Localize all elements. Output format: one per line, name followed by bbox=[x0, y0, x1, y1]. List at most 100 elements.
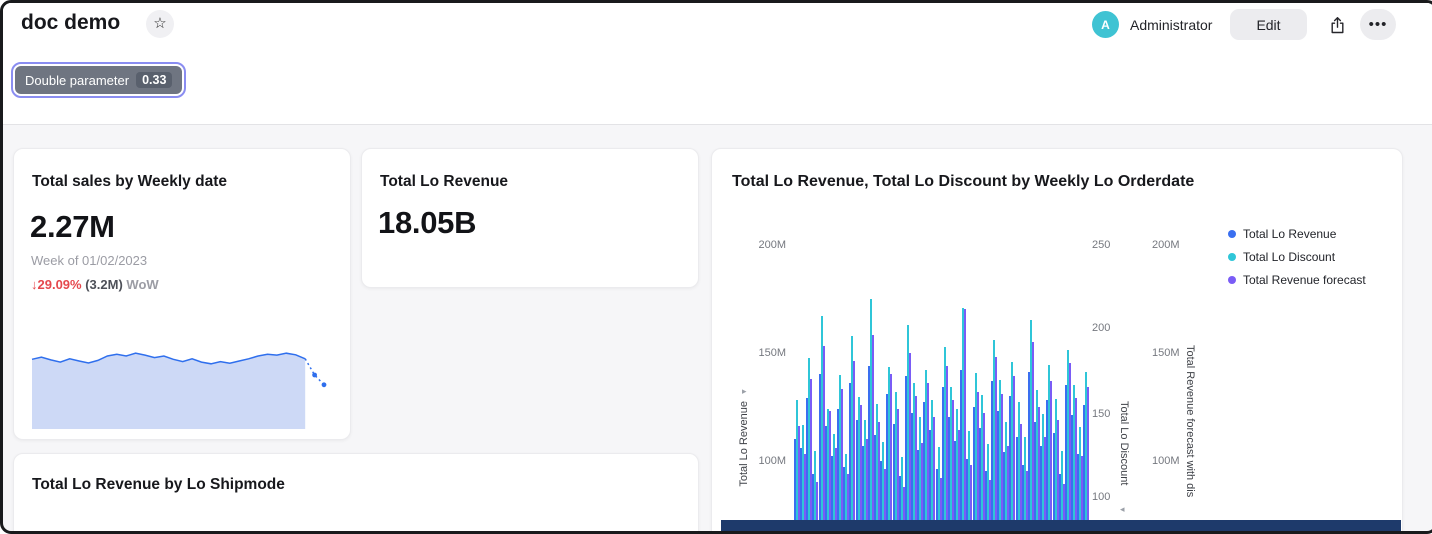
legend-item[interactable]: Total Revenue forecast bbox=[1228, 273, 1366, 287]
bar-group bbox=[923, 370, 929, 534]
axis-tick: 150 bbox=[1092, 408, 1110, 421]
bar-group bbox=[849, 336, 855, 534]
bar-group bbox=[1028, 320, 1034, 534]
axis-tick: 200 bbox=[1092, 322, 1110, 335]
favorite-button[interactable]: ☆ bbox=[146, 10, 174, 38]
axis-tick: 150M bbox=[1152, 347, 1180, 360]
combo-plot[interactable] bbox=[794, 231, 1090, 534]
bar-group bbox=[911, 383, 917, 534]
combo-chart-card: Total Lo Revenue, Total Lo Discount by W… bbox=[711, 148, 1403, 534]
kpi-subtitle: Week of 01/02/2023 bbox=[31, 253, 147, 268]
axis-tick: 200M bbox=[752, 239, 786, 252]
bar[interactable] bbox=[1087, 387, 1089, 534]
axis-pan-left-icon[interactable]: ◂ bbox=[1120, 505, 1125, 514]
axis-tick: 100M bbox=[1152, 455, 1180, 468]
bar-group bbox=[874, 404, 880, 534]
bar-group bbox=[948, 387, 954, 534]
legend-dot bbox=[1228, 230, 1236, 238]
bar-group bbox=[997, 380, 1003, 534]
bar-group bbox=[825, 409, 831, 534]
bar-group bbox=[960, 308, 966, 534]
bar-group bbox=[1003, 422, 1009, 534]
avatar-initial: A bbox=[1101, 18, 1110, 32]
card-title: Total Lo Revenue bbox=[380, 173, 508, 191]
bar-group bbox=[806, 358, 812, 534]
sparkline-point bbox=[322, 382, 327, 387]
header: doc demo ☆ A Administrator Edit ••• Doub… bbox=[3, 3, 1432, 125]
kpi-sales-card: Total sales by Weekly date 2.27M Week of… bbox=[13, 148, 351, 440]
sales-sparkline[interactable] bbox=[32, 347, 324, 429]
bar-group bbox=[1065, 350, 1071, 534]
bar-group bbox=[1009, 362, 1015, 534]
bar-group bbox=[886, 367, 892, 534]
bar-group bbox=[862, 420, 868, 534]
kpi-value: 18.05B bbox=[378, 205, 476, 241]
parameter-label: Double parameter bbox=[25, 73, 129, 88]
bar-group bbox=[831, 434, 837, 534]
axis-tick: 100 bbox=[1092, 491, 1110, 504]
star-icon: ☆ bbox=[153, 15, 166, 32]
clipped-chart-bar bbox=[721, 520, 1401, 532]
legend-dot bbox=[1228, 276, 1236, 284]
legend-item[interactable]: Total Lo Revenue bbox=[1228, 227, 1366, 241]
bar-group bbox=[837, 375, 843, 534]
bar-group bbox=[1046, 365, 1052, 534]
legend-item[interactable]: Total Lo Discount bbox=[1228, 250, 1366, 264]
share-icon bbox=[1329, 16, 1346, 35]
delta-amount: (3.2M) bbox=[85, 277, 123, 292]
bar-group bbox=[973, 373, 979, 534]
axis-tick: 200M bbox=[1152, 239, 1180, 252]
kpi-revenue-card: Total Lo Revenue 18.05B bbox=[361, 148, 699, 288]
bar-group bbox=[917, 417, 923, 534]
bar-group bbox=[893, 392, 899, 534]
kpi-delta: ↓29.09% (3.2M) WoW bbox=[31, 277, 159, 292]
legend-label: Total Lo Revenue bbox=[1243, 227, 1336, 241]
legend-label: Total Lo Discount bbox=[1243, 250, 1335, 264]
axis-tick: 150M bbox=[752, 347, 786, 360]
user-name: Administrator bbox=[1130, 17, 1212, 33]
bar-group bbox=[1016, 402, 1022, 534]
legend-dot bbox=[1228, 253, 1236, 261]
bar-group bbox=[1071, 385, 1077, 534]
share-button[interactable] bbox=[1321, 10, 1353, 40]
bar-group bbox=[868, 299, 874, 534]
bar-group bbox=[794, 400, 800, 534]
bar-group bbox=[942, 347, 948, 534]
kpi-value: 2.27M bbox=[30, 209, 115, 245]
sparkline-area bbox=[32, 353, 305, 429]
bar-group bbox=[1053, 399, 1059, 534]
bar-group bbox=[1083, 372, 1089, 534]
left-axis-title: Total Lo Revenue bbox=[738, 401, 750, 487]
doc-title: doc demo bbox=[21, 11, 120, 35]
bar-group bbox=[856, 397, 862, 534]
avatar[interactable]: A bbox=[1092, 11, 1119, 38]
parameter-pill: Double parameter 0.33 bbox=[15, 66, 182, 94]
bar-group bbox=[819, 316, 825, 534]
bar-group bbox=[966, 431, 972, 534]
bar-group bbox=[979, 395, 985, 534]
more-button[interactable]: ••• bbox=[1360, 9, 1396, 40]
bar-group bbox=[905, 325, 911, 534]
ellipsis-icon: ••• bbox=[1369, 16, 1388, 33]
bar-group bbox=[1077, 427, 1083, 534]
bar-group bbox=[929, 400, 935, 534]
app-window: doc demo ☆ A Administrator Edit ••• Doub… bbox=[0, 0, 1432, 534]
sparkline-point bbox=[312, 373, 317, 378]
combo-legend: Total Lo Revenue Total Lo Discount Total… bbox=[1228, 227, 1366, 296]
delta-period: WoW bbox=[126, 277, 158, 292]
sparkline-dotted-tail bbox=[305, 359, 324, 385]
shipmode-card: Total Lo Revenue by Lo Shipmode bbox=[13, 453, 699, 534]
card-title: Total Lo Revenue, Total Lo Discount by W… bbox=[732, 173, 1194, 191]
bar-group bbox=[1034, 390, 1040, 534]
axis-tick: 250 bbox=[1092, 239, 1110, 252]
axis-pan-right-icon[interactable]: ▸ bbox=[742, 387, 747, 396]
axis-tick: 100M bbox=[752, 455, 786, 468]
bar-group bbox=[991, 340, 997, 534]
middle-axis-title: Total Lo Discount bbox=[1118, 401, 1130, 485]
delta-percent: 29.09% bbox=[38, 277, 82, 292]
edit-button[interactable]: Edit bbox=[1230, 9, 1307, 40]
card-title: Total Lo Revenue by Lo Shipmode bbox=[32, 476, 285, 494]
parameter-control[interactable]: Double parameter 0.33 bbox=[11, 62, 186, 98]
legend-label: Total Revenue forecast bbox=[1243, 273, 1366, 287]
bar-group bbox=[1040, 414, 1046, 534]
